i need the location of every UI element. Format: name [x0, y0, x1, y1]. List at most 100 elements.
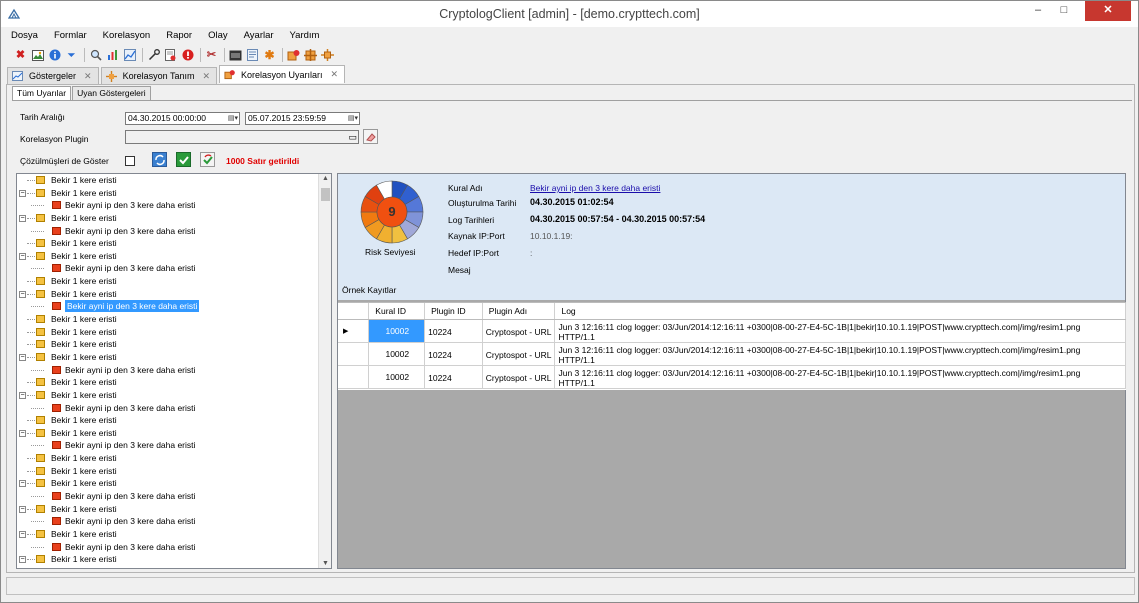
tree-child-item[interactable]: Bekir ayni ip den 3 kere daha eristi: [17, 300, 331, 313]
collapse-icon[interactable]: −: [19, 391, 26, 399]
tree-item[interactable]: Bekir 1 kere eristi: [17, 174, 331, 187]
delete-icon[interactable]: ✖: [14, 49, 27, 62]
cell-kural-id[interactable]: 10002: [368, 365, 426, 389]
tree-item[interactable]: − Bekir 1 kere eristi: [17, 187, 331, 200]
clear-plugin-button[interactable]: [363, 129, 378, 144]
plugin-settings-icon[interactable]: [321, 49, 334, 62]
cell-plugin-name[interactable]: Cryptospot - URL: [482, 319, 556, 343]
tree-item[interactable]: Bekir 1 kere eristi: [17, 237, 331, 250]
column-header-log[interactable]: Log: [554, 303, 1126, 320]
column-header-plugin-name[interactable]: Plugin Adı: [482, 303, 556, 320]
table-row[interactable]: 10002 10224 Cryptospot - URL Jun 3 12:16:11…: [338, 342, 1126, 366]
tab-tum-uyarilar[interactable]: Tüm Uyarılar: [12, 86, 72, 100]
menu-dosya[interactable]: Dosya: [11, 28, 38, 45]
dropdown-icon[interactable]: ⏷: [65, 49, 78, 62]
browse-icon[interactable]: ▭: [348, 131, 357, 143]
tree-child-item[interactable]: Bekir ayni ip den 3 kere daha eristi: [17, 439, 331, 452]
collapse-icon[interactable]: −: [19, 290, 26, 298]
tree-child-item[interactable]: Bekir ayni ip den 3 kere daha eristi: [17, 566, 331, 568]
tree-item[interactable]: Bekir 1 kere eristi: [17, 313, 331, 326]
alert-tree[interactable]: Bekir 1 kere eristi − Bekir 1 kere eristi B…: [16, 173, 332, 569]
close-button[interactable]: ✕: [1085, 1, 1131, 21]
tree-item[interactable]: Bekir 1 kere eristi: [17, 452, 331, 465]
column-header-kural-id[interactable]: Kural ID: [368, 303, 426, 320]
tree-item[interactable]: − Bekir 1 kere eristi: [17, 528, 331, 541]
table-row[interactable]: ▶ 10002 10224 Cryptospot - URL Jun 3 12:16:1…: [338, 319, 1126, 343]
tab-close-icon[interactable]: ✕: [331, 69, 339, 80]
plugin-selector[interactable]: ▭: [125, 130, 359, 144]
date-end-picker[interactable]: 05.07.2015 23:59:59 ▤▾: [245, 112, 360, 125]
collapse-icon[interactable]: −: [19, 429, 26, 437]
tab-close-icon[interactable]: ✕: [84, 71, 92, 82]
scroll-thumb[interactable]: [321, 188, 330, 201]
cell-plugin-name[interactable]: Cryptospot - URL: [482, 365, 556, 389]
tree-item[interactable]: − Bekir 1 kere eristi: [17, 250, 331, 263]
plugin-add-icon[interactable]: [304, 49, 317, 62]
menu-rapor[interactable]: Rapor: [166, 28, 192, 45]
gear-icon[interactable]: ✱: [263, 49, 276, 62]
tree-child-item[interactable]: Bekir ayni ip den 3 kere daha eristi: [17, 364, 331, 377]
tab-korelasyon-uyarilari[interactable]: Korelasyon Uyarıları ✕: [219, 65, 346, 83]
resolve-button[interactable]: [176, 152, 191, 167]
maximize-button[interactable]: □: [1051, 1, 1077, 21]
tree-item[interactable]: Bekir 1 kere eristi: [17, 326, 331, 339]
menu-olay[interactable]: Olay: [208, 28, 228, 45]
key-icon[interactable]: [147, 49, 160, 62]
tab-korelasyon-tanim[interactable]: Korelasyon Tanım ✕: [100, 67, 217, 84]
sample-logs-grid[interactable]: Kural ID Plugin ID Plugin Adı Log ▶ 10002…: [338, 302, 1126, 390]
tree-item[interactable]: − Bekir 1 kere eristi: [17, 427, 331, 440]
collapse-icon[interactable]: −: [19, 530, 26, 538]
image-icon[interactable]: [31, 49, 44, 62]
collapse-icon[interactable]: −: [19, 353, 26, 361]
report-icon[interactable]: [164, 49, 177, 62]
tree-item[interactable]: − Bekir 1 kere eristi: [17, 212, 331, 225]
date-start-picker[interactable]: 04.30.2015 00:00:00 ▤▾: [125, 112, 240, 125]
tree-child-item[interactable]: Bekir ayni ip den 3 kere daha eristi: [17, 541, 331, 554]
row-selector[interactable]: ▶: [338, 319, 370, 343]
cell-plugin-id[interactable]: 10224: [424, 342, 483, 366]
menu-formlar[interactable]: Formlar: [54, 28, 87, 45]
cpu-icon[interactable]: [229, 49, 242, 62]
tree-scrollbar[interactable]: ▲ ▼: [318, 174, 331, 568]
collapse-icon[interactable]: −: [19, 480, 26, 488]
column-header-plugin-id[interactable]: Plugin ID: [424, 303, 483, 320]
tab-gostergeler[interactable]: Göstergeler ✕: [7, 67, 99, 84]
minimize-button[interactable]: –: [1025, 1, 1051, 21]
collapse-icon[interactable]: −: [19, 505, 26, 513]
collapse-icon[interactable]: −: [19, 252, 26, 260]
cell-kural-id[interactable]: 10002: [368, 342, 426, 366]
tree-item[interactable]: Bekir 1 kere eristi: [17, 338, 331, 351]
alert-icon[interactable]: [181, 49, 194, 62]
tree-item[interactable]: − Bekir 1 kere eristi: [17, 503, 331, 516]
menu-korelasyon[interactable]: Korelasyon: [103, 28, 151, 45]
rule-name-link[interactable]: Bekir ayni ip den 3 kere daha eristi: [530, 183, 660, 193]
tree-item[interactable]: − Bekir 1 kere eristi: [17, 351, 331, 364]
cell-kural-id[interactable]: 10002: [368, 319, 426, 343]
unresolve-button[interactable]: [200, 152, 215, 167]
document-icon[interactable]: [246, 49, 259, 62]
trend-icon[interactable]: [123, 49, 136, 62]
cell-log[interactable]: Jun 3 12:16:11 clog logger: 03/Jun/2014:…: [554, 342, 1126, 366]
tree-child-item[interactable]: Bekir ayni ip den 3 kere daha eristi: [17, 225, 331, 238]
cell-plugin-id[interactable]: 10224: [424, 365, 483, 389]
tree-item[interactable]: − Bekir 1 kere eristi: [17, 553, 331, 566]
refresh-button[interactable]: [152, 152, 167, 167]
tree-item[interactable]: − Bekir 1 kere eristi: [17, 477, 331, 490]
collapse-icon[interactable]: −: [19, 556, 26, 564]
tree-item[interactable]: Bekir 1 kere eristi: [17, 275, 331, 288]
info-icon[interactable]: [48, 49, 61, 62]
tree-item[interactable]: Bekir 1 kere eristi: [17, 465, 331, 478]
tab-close-icon[interactable]: ✕: [202, 71, 210, 82]
search-icon[interactable]: [89, 49, 102, 62]
tree-child-item[interactable]: Bekir ayni ip den 3 kere daha eristi: [17, 515, 331, 528]
table-row[interactable]: 10002 10224 Cryptospot - URL Jun 3 12:16:11…: [338, 365, 1126, 389]
tree-child-item[interactable]: Bekir ayni ip den 3 kere daha eristi: [17, 402, 331, 415]
tools-icon[interactable]: ✂: [205, 49, 218, 62]
tab-uyan-gostergeleri[interactable]: Uyan Göstergeleri: [72, 86, 151, 100]
scroll-up-icon[interactable]: ▲: [319, 175, 331, 182]
tree-child-item[interactable]: Bekir ayni ip den 3 kere daha eristi: [17, 262, 331, 275]
tree-item[interactable]: − Bekir 1 kere eristi: [17, 288, 331, 301]
cell-plugin-name[interactable]: Cryptospot - URL: [482, 342, 556, 366]
collapse-icon[interactable]: −: [19, 214, 26, 222]
calendar-dropdown-icon[interactable]: ▤▾: [223, 114, 238, 123]
